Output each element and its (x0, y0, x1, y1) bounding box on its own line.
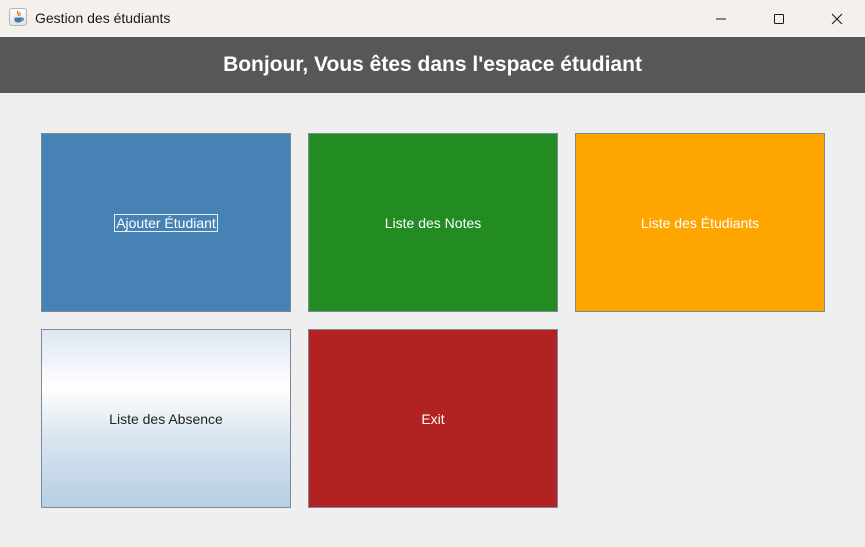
maximize-button[interactable] (750, 0, 808, 37)
app-window: Gestion des étudiants Bonjour, Vous êtes… (0, 0, 865, 547)
exit-button[interactable]: Exit (308, 329, 558, 508)
grades-list-label: Liste des Notes (384, 214, 482, 231)
minimize-icon (716, 18, 726, 19)
students-list-button[interactable]: Liste des Étudiants (575, 133, 825, 312)
maximize-icon (774, 13, 784, 24)
exit-label: Exit (421, 410, 445, 427)
welcome-title: Bonjour, Vous êtes dans l'espace étudian… (223, 53, 642, 76)
grades-list-button[interactable]: Liste des Notes (308, 133, 558, 312)
window-title: Gestion des étudiants (35, 10, 171, 26)
title-bar[interactable]: Gestion des étudiants (0, 0, 865, 37)
minimize-button[interactable] (692, 0, 750, 37)
absences-list-label: Liste des Absence (109, 410, 223, 427)
welcome-header: Bonjour, Vous êtes dans l'espace étudian… (0, 37, 865, 93)
add-student-button[interactable]: Ajouter Étudiant (41, 133, 291, 312)
add-student-label: Ajouter Étudiant (114, 213, 218, 232)
java-cup-icon (9, 8, 27, 26)
absences-list-button[interactable]: Liste des Absence (41, 329, 291, 508)
close-icon (831, 13, 843, 24)
close-button[interactable] (808, 0, 865, 37)
students-list-label: Liste des Étudiants (640, 214, 760, 231)
